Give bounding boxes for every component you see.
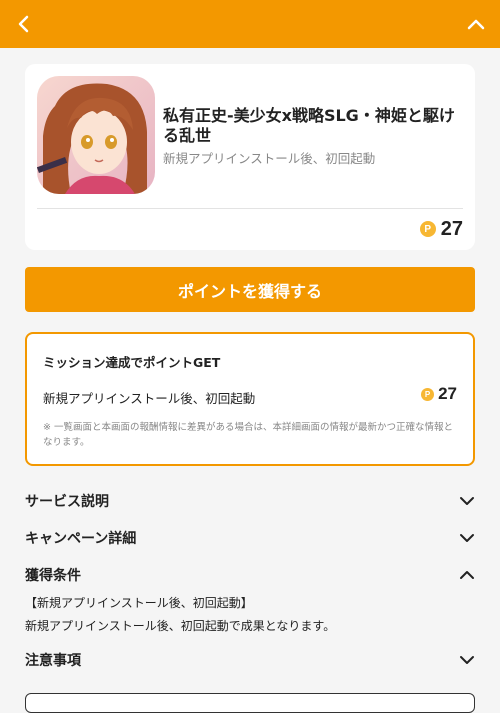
mission-title: ミッション達成でポイントGET xyxy=(43,355,221,370)
collapse-button[interactable] xyxy=(460,8,492,40)
point-coin-icon: P xyxy=(419,221,436,237)
mission-item-points: P 27 xyxy=(421,384,457,404)
divider xyxy=(37,208,463,209)
chevron-left-icon xyxy=(18,15,29,33)
conditions-body: 新規アプリインストール後、初回起動で成果となります。 xyxy=(25,619,336,633)
section-notes[interactable]: 注意事項 xyxy=(25,645,475,675)
section-label: キャンペーン詳細 xyxy=(25,531,137,547)
app-icon xyxy=(37,76,155,194)
section-label: 獲得条件 xyxy=(25,568,81,584)
mission-item-label: 新規アプリインストール後、初回起動 xyxy=(43,391,256,406)
conditions-heading: 【新規アプリインストール後、初回起動】 xyxy=(25,596,253,610)
mission-note: ※ 一覧画面と本画面の報酬情報に差異がある場合は、本詳細画面の情報が最新かつ正確… xyxy=(43,422,453,448)
section-label: 注意事項 xyxy=(25,653,81,669)
top-header xyxy=(0,0,500,48)
chevron-down-icon xyxy=(459,530,475,546)
section-service-description[interactable]: サービス説明 xyxy=(25,486,475,516)
point-coin-icon: P xyxy=(421,387,435,401)
app-subtitle: 新規アプリインストール後、初回起動 xyxy=(163,151,376,166)
app-points: P 27 xyxy=(419,216,463,242)
chevron-down-icon xyxy=(459,652,475,668)
app-card: 私有正史-美少女x戦略SLG・神姫と駆ける乱世 新規アプリインストール後、初回起… xyxy=(25,64,475,250)
points-value: 27 xyxy=(440,217,463,240)
bottom-box-edge xyxy=(25,693,475,713)
back-button[interactable] xyxy=(8,8,40,40)
section-campaign-details[interactable]: キャンペーン詳細 xyxy=(25,523,475,553)
section-acquisition-conditions[interactable]: 獲得条件 xyxy=(25,560,475,590)
mission-box: ミッション達成でポイントGET 新規アプリインストール後、初回起動 P 27 ※… xyxy=(25,332,475,466)
chevron-up-icon xyxy=(459,567,475,583)
mission-points-value: 27 xyxy=(438,384,457,403)
section-label: サービス説明 xyxy=(25,494,109,510)
chevron-down-icon xyxy=(459,493,475,509)
chevron-up-icon xyxy=(467,19,485,30)
app-title: 私有正史-美少女x戦略SLG・神姫と駆ける乱世 xyxy=(163,106,455,145)
app-icon-illustration xyxy=(37,76,155,194)
get-points-button[interactable]: ポイントを獲得する xyxy=(25,267,475,312)
